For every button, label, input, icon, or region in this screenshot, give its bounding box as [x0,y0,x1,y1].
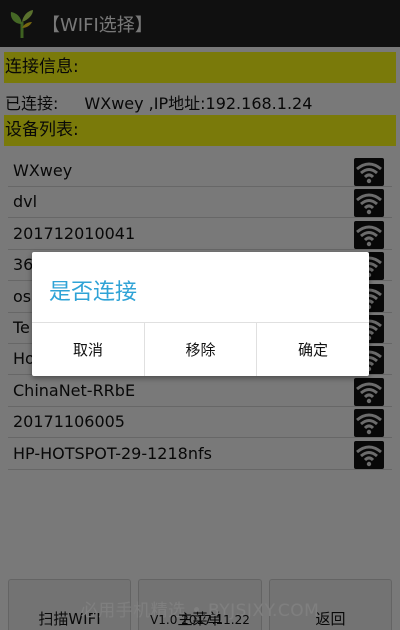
cancel-button[interactable]: 取消 [32,323,144,376]
confirm-button[interactable]: 确定 [257,323,369,376]
dialog-title: 是否连接 [49,280,138,305]
connect-dialog: 是否连接 取消 移除 确定 [32,252,369,376]
remove-button[interactable]: 移除 [144,323,257,376]
